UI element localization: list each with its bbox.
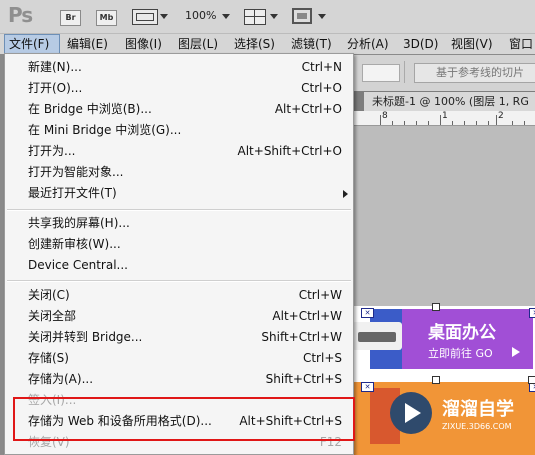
menu-image[interactable]: 图像(I) [121,34,166,54]
menu-separator [7,280,351,282]
divider [404,61,405,83]
launch-bridge-button[interactable]: Br [60,10,81,26]
ruler-tick [496,115,497,125]
slice-badge-icon: ✕ [361,382,374,392]
menu-edit[interactable]: 编辑(E) [63,34,112,54]
ruler-tick [380,115,381,125]
selection-handle[interactable] [528,376,535,384]
ruler-tick [416,121,417,125]
screen-mode-icon[interactable] [292,8,312,24]
menu-item-close-all[interactable]: 关闭全部 Alt+Ctrl+W [5,306,353,327]
arrange-documents-icon[interactable] [244,9,266,25]
ruler-tick [464,121,465,125]
ruler-label: 8 [382,111,388,121]
office-banner: 桌面办公 立即前往 GO [352,306,535,374]
menu-analysis[interactable]: 分析(A) [343,34,393,54]
orange-banner: 溜溜自学 ZIXUE.3D66.COM [352,382,535,455]
stapler-icon [352,322,402,350]
options-bar: 基于参考线的切片 [352,55,535,91]
menu-select[interactable]: 选择(S) [230,34,279,54]
chevron-down-icon[interactable] [318,14,326,19]
ruler-tick [512,121,513,125]
selection-handle[interactable] [432,303,440,311]
chevron-down-icon[interactable] [270,14,278,19]
ruler-tick [440,115,441,125]
menu-view[interactable]: 视图(V) [447,34,497,54]
ruler-label: 2 [498,111,504,121]
ruler-tick [488,121,489,125]
slice-badge-icon: ✕ [529,308,535,318]
launch-mini-bridge-button[interactable]: Mb [96,10,117,26]
banner-subtitle: 立即前往 GO [428,347,493,360]
menu-file[interactable]: 文件(F) [4,34,60,54]
menu-item-create-review[interactable]: 创建新审核(W)... [5,234,353,255]
selection-handle[interactable] [432,376,440,384]
watermark-url: ZIXUE.3D66.COM [442,422,512,431]
menu-layer[interactable]: 图层(L) [174,34,222,54]
menu-item-close-go-bridge[interactable]: 关闭并转到 Bridge... Shift+Ctrl+W [5,327,353,348]
options-field[interactable] [362,64,400,82]
file-menu-dropdown: 新建(N)... Ctrl+N 打开(O)... Ctrl+O 在 Bridge… [4,53,354,455]
ruler-label: 1 [442,111,448,121]
highlight-box [13,397,355,441]
slice-badge-icon: ✕ [361,308,374,318]
menu-window[interactable]: 窗口 [505,34,535,54]
chevron-down-icon[interactable] [160,14,168,19]
ruler-tick [392,121,393,125]
menu-item-recent-files[interactable]: 最近打开文件(T) [5,183,353,204]
view-extras-icon[interactable] [132,9,158,25]
play-icon [405,403,421,423]
zoom-level[interactable]: 100% [185,9,216,22]
menu-item-share-screen[interactable]: 共享我的屏幕(H)... [5,213,353,234]
menu-item-browse-mini-bridge[interactable]: 在 Mini Bridge 中浏览(G)... [5,120,353,141]
menu-item-close[interactable]: 关闭(C) Ctrl+W [5,285,353,306]
photoshop-logo: Ps [8,3,33,27]
menu-3d[interactable]: 3D(D) [399,34,442,54]
submenu-arrow-icon [343,190,348,198]
document-tab-strip: 未标题-1 @ 100% (图层 1, RG [352,91,535,111]
ruler-tick [452,121,453,125]
menu-item-open[interactable]: 打开(O)... Ctrl+O [5,78,353,99]
slices-from-guides-button[interactable]: 基于参考线的切片 [414,63,535,83]
menu-separator [7,209,351,211]
ruler-tick [428,121,429,125]
menu-filter[interactable]: 滤镜(T) [287,34,336,54]
menu-item-open-as[interactable]: 打开为... Alt+Shift+Ctrl+O [5,141,353,162]
application-bar: Ps Br Mb 100% [0,0,535,34]
ruler-tick [476,121,477,125]
menu-bar: 文件(F) 编辑(E) 图像(I) 图层(L) 选择(S) 滤镜(T) 分析(A… [0,34,535,54]
horizontal-ruler: 8 1 2 [352,111,535,126]
document-tab[interactable]: 未标题-1 @ 100% (图层 1, RG [364,92,535,111]
menu-item-save[interactable]: 存储(S) Ctrl+S [5,348,353,369]
menu-item-new[interactable]: 新建(N)... Ctrl+N [5,57,353,78]
watermark-title: 溜溜自学 [442,399,514,420]
document-canvas[interactable]: 桌面办公 立即前往 GO 溜溜自学 ZIXUE.3D66.COM ✕ ✕ ✕ ✕ [352,303,535,455]
ruler-tick [524,121,525,125]
chevron-down-icon[interactable] [222,14,230,19]
banner-title: 桌面办公 [428,323,496,343]
menu-item-open-smart-object[interactable]: 打开为智能对象... [5,162,353,183]
menu-item-browse-bridge[interactable]: 在 Bridge 中浏览(B)... Alt+Ctrl+O [5,99,353,120]
play-arrow-icon [512,347,520,357]
ruler-tick [404,121,405,125]
menu-item-save-as[interactable]: 存储为(A)... Shift+Ctrl+S [5,369,353,390]
menu-item-device-central[interactable]: Device Central... [5,255,353,276]
